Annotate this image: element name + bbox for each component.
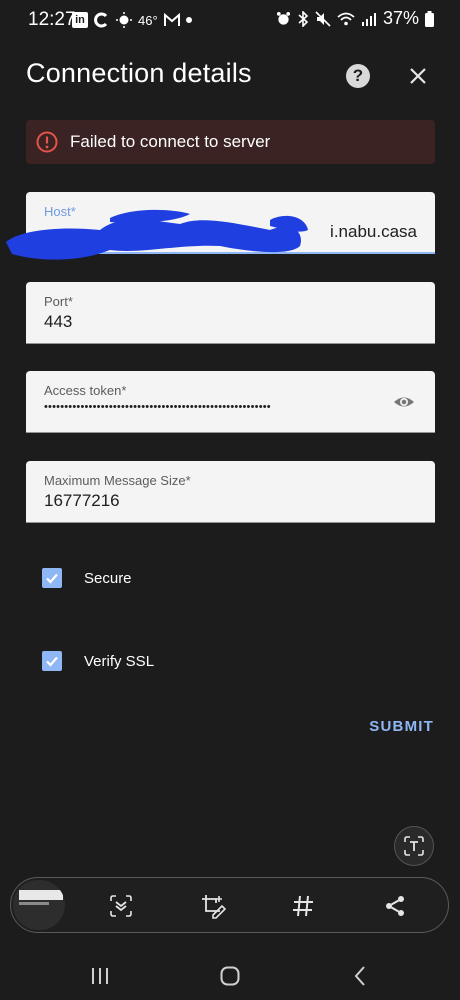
home-icon[interactable] — [216, 962, 244, 990]
app-c-icon — [94, 12, 110, 28]
verify-ssl-checkbox-row[interactable]: Verify SSL — [42, 649, 154, 673]
checkmark-icon — [46, 573, 58, 584]
error-circle-icon — [36, 131, 58, 153]
secure-checkbox-row[interactable]: Secure — [42, 566, 132, 590]
secure-checkbox[interactable] — [42, 568, 62, 588]
alarm-icon — [276, 11, 291, 26]
gmail-icon — [163, 13, 180, 27]
port-input[interactable]: 443 — [44, 312, 72, 332]
submit-button[interactable]: SUBMIT — [369, 718, 434, 735]
navigation-bar — [0, 950, 460, 1000]
battery-percent: 37% — [382, 8, 419, 28]
help-circle-icon[interactable]: ? — [346, 64, 370, 88]
battery-icon — [425, 10, 434, 27]
host-input[interactable]: i.nabu.casa — [330, 222, 417, 242]
max-message-size-label: Maximum Message Size* — [44, 473, 191, 488]
status-time: 12:27 — [28, 9, 76, 30]
eye-icon[interactable] — [393, 391, 415, 413]
status-bar: 12:27 in 46° 37% — [0, 0, 460, 40]
hashtag-icon[interactable] — [289, 892, 317, 920]
crop-edit-icon[interactable] — [199, 892, 227, 920]
screenshot-toolbar — [10, 877, 449, 933]
verify-ssl-label: Verify SSL — [84, 652, 155, 670]
port-label: Port* — [44, 294, 73, 309]
back-icon[interactable] — [346, 962, 374, 990]
checkmark-icon — [46, 656, 58, 667]
mute-icon — [315, 10, 331, 27]
verify-ssl-checkbox[interactable] — [42, 651, 62, 671]
access-token-label: Access token* — [44, 383, 127, 398]
page-title: Connection details — [26, 58, 252, 88]
close-icon[interactable] — [404, 62, 432, 90]
linkedin-icon: in — [72, 12, 88, 28]
host-field[interactable]: Host* i.nabu.casa — [26, 192, 435, 254]
share-icon[interactable] — [381, 892, 409, 920]
scroll-capture-icon[interactable] — [107, 892, 135, 920]
access-token-input[interactable]: ••••••••••••••••••••••••••••••••••••••••… — [44, 401, 380, 413]
screenshot-thumbnail[interactable] — [13, 880, 65, 930]
status-left-icons: in 46° — [72, 9, 192, 31]
status-temperature: 46° — [138, 12, 158, 28]
port-field[interactable]: Port* 443 — [26, 282, 435, 344]
status-right-icons: 37% — [276, 8, 434, 29]
host-label: Host* — [44, 204, 76, 219]
bluetooth-icon — [297, 10, 309, 27]
access-token-field[interactable]: Access token* ••••••••••••••••••••••••••… — [26, 371, 435, 433]
error-message: Failed to connect to server — [70, 132, 271, 151]
recent-apps-icon[interactable] — [86, 962, 114, 990]
max-message-size-field[interactable]: Maximum Message Size* 16777216 — [26, 461, 435, 523]
wifi-icon — [337, 12, 355, 26]
error-banner: Failed to connect to server — [26, 120, 435, 164]
max-message-size-input[interactable]: 16777216 — [44, 491, 120, 511]
sun-icon — [116, 12, 132, 28]
signal-icon — [361, 12, 377, 26]
secure-label: Secure — [84, 569, 132, 587]
text-extract-icon[interactable] — [394, 826, 434, 866]
notification-dot-icon — [185, 17, 192, 23]
